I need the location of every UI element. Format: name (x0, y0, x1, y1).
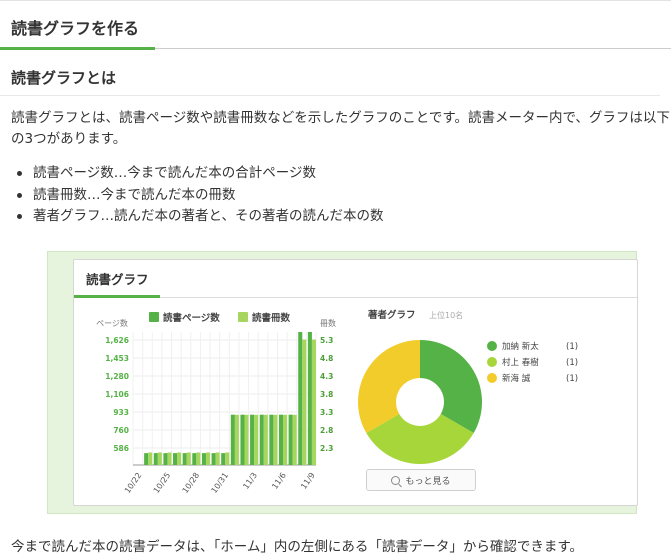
bar-pages (153, 453, 158, 465)
bar-pages (307, 332, 312, 465)
pie-legend-count: (1) (566, 358, 578, 368)
list-item: 著者グラフ…読んだ本の著者と、その著者の読んだ本の数 (11, 206, 383, 228)
y-axis-right-title: 冊数 (320, 318, 336, 328)
heading-accent-bar (0, 47, 155, 50)
bar-books (263, 414, 268, 465)
bar-pages (278, 414, 284, 465)
pie-legend-label: 村上 春樹 (502, 357, 539, 368)
y-tick-right: 3.3 (320, 408, 333, 417)
bar-books (254, 414, 259, 465)
bar-books (205, 452, 211, 465)
bar-books (302, 339, 307, 465)
bar-books (196, 452, 201, 465)
y-tick-left: 586 (113, 444, 129, 453)
author-chart-subtitle: 上位10名 (429, 310, 463, 320)
legend-label-pages: 読書ページ数 (163, 312, 220, 324)
footer-paragraph: 今まで読んだ本の読書データは、「ホーム」内の左側にある「読書データ」から確認でき… (11, 539, 583, 555)
bar-books (311, 339, 316, 465)
bar-books (186, 452, 191, 465)
pie-slice (358, 340, 420, 433)
y-tick-right: 3.8 (320, 390, 333, 399)
section-divider (0, 95, 660, 96)
pie-legend-marker (487, 357, 497, 367)
y-tick-left: 1,453 (105, 354, 129, 363)
y-tick-right: 2.8 (320, 426, 333, 435)
bar-pages (192, 453, 197, 465)
pie-legend-marker (487, 373, 497, 383)
list-item: 読書ページ数…今まで読んだ本の合計ページ数 (11, 163, 383, 185)
see-more-label: もっと見る (405, 476, 451, 487)
see-more-button[interactable]: もっと見る (366, 469, 476, 491)
bar-pages (269, 414, 274, 465)
bar-pages (201, 453, 206, 465)
list-item: 読書冊数…今まで読んだ本の冊数 (11, 185, 383, 207)
y-tick-right: 2.3 (320, 444, 333, 453)
bar-pages (250, 414, 255, 465)
bar-pages (298, 332, 303, 465)
bar-books (225, 452, 230, 465)
pie-legend-label: 新海 誠 (502, 373, 531, 384)
card-title: 読書グラフ (86, 272, 149, 287)
x-tick-label: 10/22 (123, 471, 144, 495)
bar-pages (240, 414, 245, 465)
x-tick-label: 10/31 (210, 471, 231, 495)
bar-books (234, 414, 239, 465)
bar-pages (221, 453, 226, 465)
legend-swatch-pages (149, 312, 159, 322)
page-heading: 読書グラフを作る (11, 19, 140, 38)
intro-paragraph: 読書グラフとは、読書ページ数や読書冊数などを示したグラフのことです。読書メーター… (11, 110, 670, 147)
pie-slice (420, 340, 482, 433)
section-heading: 読書グラフとは (11, 69, 117, 87)
y-tick-right: 5.3 (320, 336, 333, 345)
pie-legend-marker (487, 341, 497, 351)
y-tick-left: 1,280 (105, 372, 129, 381)
bar-books (283, 414, 288, 465)
pie-legend-count: (1) (566, 374, 578, 384)
reading-graph-chart: 1,626 5.3 1,453 4.8 1,280 4.3 1,106 3.8 933 3.3 76… (96, 309, 578, 495)
y-tick-left: 760 (113, 426, 129, 435)
pie-legend-count: (1) (566, 342, 578, 352)
y-tick-left: 1,626 (105, 336, 129, 345)
bar-pages (230, 414, 235, 465)
bar-pages (173, 453, 178, 465)
y-tick-left: 1,106 (105, 390, 129, 399)
y-tick-right: 4.3 (320, 372, 333, 381)
bar-books (167, 452, 172, 465)
author-chart-title: 著者グラフ (368, 309, 416, 321)
bar-pages (259, 414, 264, 465)
legend-label-books: 読書冊数 (252, 312, 291, 324)
graph-type-list: 読書ページ数…今まで読んだ本の合計ページ数 読書冊数…今まで読んだ本の冊数 著者… (11, 163, 383, 228)
bar-pages (288, 414, 293, 465)
x-tick-label: 11/3 (241, 471, 259, 491)
bar-pages (211, 453, 216, 465)
x-tick-label: 11/9 (299, 471, 317, 491)
pie-legend-label: 加納 新太 (502, 341, 539, 352)
y-tick-right: 4.8 (320, 354, 333, 363)
top-divider (0, 0, 671, 1)
bar-books (244, 414, 249, 465)
y-axis-left-title: ページ数 (96, 318, 128, 328)
bar-books (292, 414, 297, 465)
bar-books (273, 414, 278, 465)
bar-pages (182, 453, 187, 465)
legend-swatch-books (238, 312, 248, 322)
bar-books (177, 452, 182, 465)
x-tick-label: 10/25 (152, 471, 173, 495)
x-tick-label: 11/6 (270, 471, 288, 491)
bar-books (157, 452, 162, 465)
x-tick-label: 10/28 (181, 471, 202, 495)
search-icon (391, 475, 401, 485)
bar-books (148, 452, 153, 465)
y-tick-left: 933 (113, 408, 129, 417)
bar-pages (144, 453, 149, 465)
bar-pages (163, 453, 168, 465)
bar-books (215, 452, 220, 465)
